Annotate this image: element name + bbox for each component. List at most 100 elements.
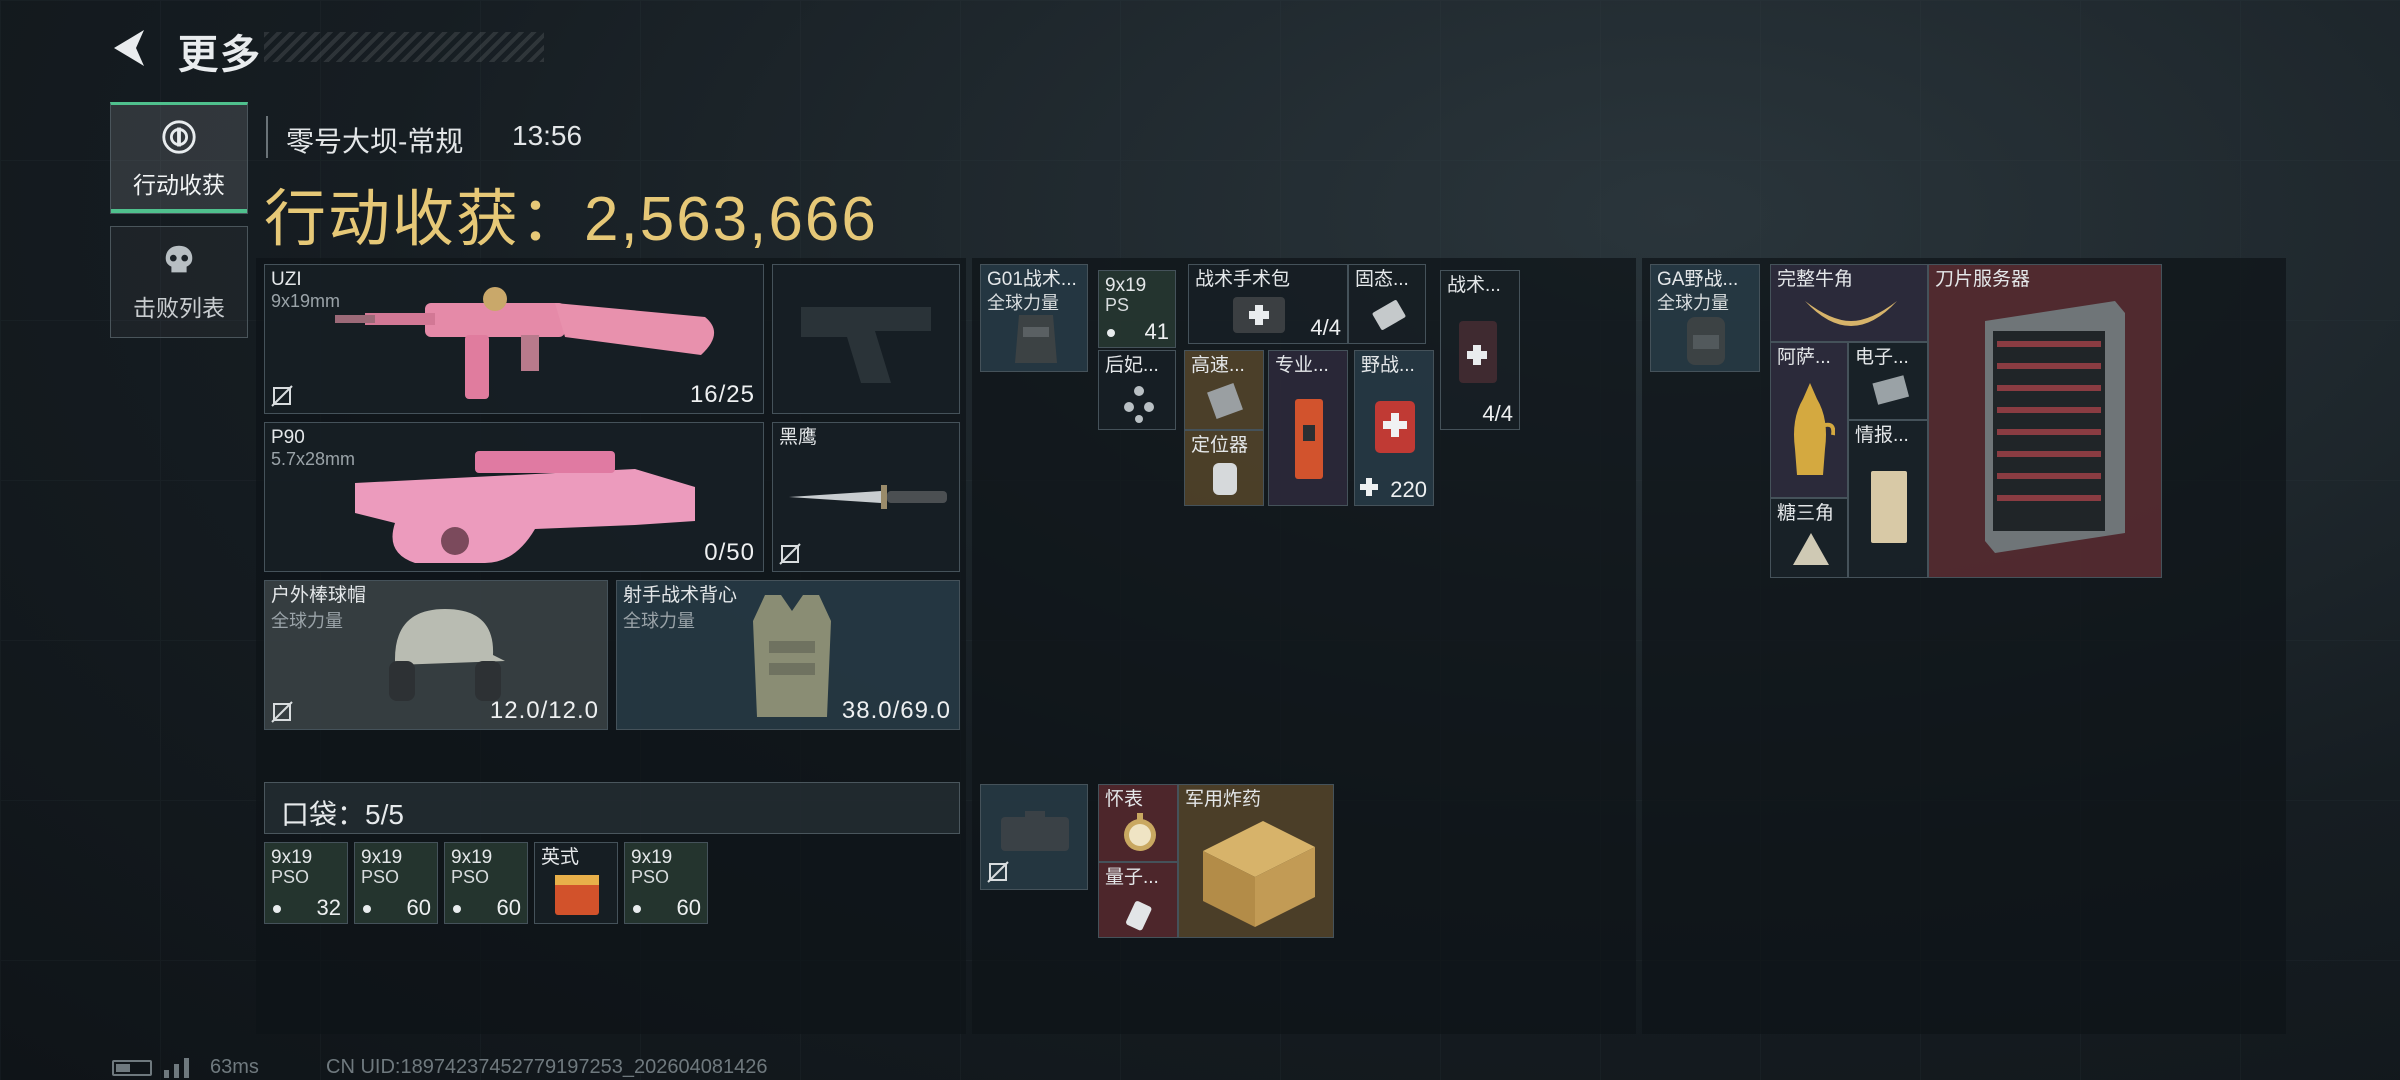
melee-slot[interactable]: 黑鹰 bbox=[772, 422, 960, 572]
rig-gaosu-item[interactable]: 高速... bbox=[1184, 350, 1264, 430]
item-name: 9x19 bbox=[271, 847, 313, 868]
item-name: 刀片服务器 bbox=[1935, 269, 2031, 290]
secondary-weapon-slot[interactable]: P90 5.7x28mm 0/50 bbox=[264, 422, 764, 572]
back-arrow-icon bbox=[114, 30, 144, 66]
weapon-name: UZI bbox=[271, 269, 302, 290]
skull-icon bbox=[165, 245, 193, 273]
item-sub: PSO bbox=[451, 867, 490, 887]
info-divider bbox=[266, 116, 268, 158]
safe-explosive-item[interactable]: 军用炸药 bbox=[1178, 784, 1334, 938]
item-count: 4/4 bbox=[1310, 315, 1341, 340]
title-stripes bbox=[264, 32, 544, 62]
pocket-item[interactable]: 英式 bbox=[534, 842, 618, 924]
ammo-dot-icon bbox=[453, 905, 461, 913]
item-sub: PSO bbox=[361, 867, 400, 887]
primary-weapon-slot[interactable]: UZI 9x19mm 16/25 bbox=[264, 264, 764, 414]
secure-container-slot[interactable] bbox=[980, 784, 1088, 890]
rig-name: G01战术... bbox=[987, 269, 1077, 290]
bag-server-item[interactable]: 刀片服务器 bbox=[1928, 264, 2162, 578]
no-drop-icon bbox=[271, 385, 293, 407]
no-drop-icon bbox=[987, 861, 1009, 883]
knife-icon bbox=[789, 485, 947, 509]
no-drop-icon bbox=[271, 701, 293, 723]
item-name: 情报... bbox=[1855, 425, 1909, 446]
bag-tangsanjiao-item[interactable]: 糖三角 bbox=[1770, 498, 1848, 578]
case-icon bbox=[1001, 811, 1069, 851]
backpack-slot[interactable]: GA野战... 全球力量 bbox=[1650, 264, 1760, 372]
item-name: 定位器 bbox=[1191, 435, 1249, 456]
pocket-watch-icon bbox=[1124, 813, 1156, 851]
safe-liangzi-item[interactable]: 量子... bbox=[1098, 862, 1178, 938]
bag-qingbao-item[interactable]: 情报... bbox=[1848, 420, 1928, 578]
item-count: 4/4 bbox=[1482, 401, 1513, 426]
vest-icon bbox=[753, 595, 831, 717]
safe-watch-item[interactable]: 怀表 bbox=[1098, 784, 1178, 862]
item-name: 英式 bbox=[541, 847, 580, 868]
rig-ammo-item[interactable]: 9x19 PS 41 bbox=[1098, 270, 1176, 348]
bag-asa-item[interactable]: 阿萨... bbox=[1770, 342, 1848, 498]
tactical-pouch-icon bbox=[1459, 321, 1497, 383]
page-title: 更多 bbox=[178, 33, 262, 77]
rig-houfei-item[interactable]: 后妃... bbox=[1098, 350, 1176, 430]
rig-zhuanye-item[interactable]: 专业... bbox=[1268, 350, 1348, 506]
weapon-ammo-count: 0/50 bbox=[704, 539, 755, 566]
item-name: 9x19 bbox=[631, 847, 673, 868]
no-drop-icon bbox=[779, 543, 801, 565]
uid-text: CN UID:18974237452779197253_202604081426 bbox=[326, 1056, 768, 1078]
weapon-name: P90 bbox=[271, 427, 305, 448]
explosive-crate-icon bbox=[1203, 821, 1315, 927]
armor-brand: 全球力量 bbox=[623, 611, 695, 631]
item-name: 完整牛角 bbox=[1777, 269, 1854, 290]
chest-rig-slot[interactable]: G01战术... 全球力量 bbox=[980, 264, 1088, 372]
item-name: 电子... bbox=[1855, 347, 1909, 368]
teapot-icon bbox=[1794, 383, 1835, 475]
rig-yezhan-item[interactable]: 野战... 220 bbox=[1354, 350, 1434, 506]
item-name: 阿萨... bbox=[1777, 347, 1831, 368]
armor-durability: 38.0/69.0 bbox=[841, 697, 951, 724]
helmet-brand: 全球力量 bbox=[271, 611, 343, 631]
armor-slot[interactable]: 射手战术背心 全球力量 38.0/69.0 bbox=[616, 580, 960, 730]
match-time: 13:56 bbox=[512, 120, 583, 151]
bag-dianzi-item[interactable]: 电子... bbox=[1848, 342, 1928, 420]
item-name: 9x19 bbox=[361, 847, 403, 868]
item-count: 60 bbox=[496, 895, 521, 920]
tab-kill-list[interactable]: 击败列表 bbox=[110, 226, 248, 338]
bag-horn-item[interactable]: 完整牛角 bbox=[1770, 264, 1928, 342]
helmet-name: 户外棒球帽 bbox=[271, 585, 367, 606]
item-name: 野战... bbox=[1361, 355, 1415, 376]
rig-surgery-kit[interactable]: 战术手术包 4/4 bbox=[1188, 264, 1348, 344]
rig-locator-item[interactable]: 定位器 bbox=[1184, 430, 1264, 506]
toolbox-icon bbox=[1295, 399, 1323, 479]
item-count: 60 bbox=[676, 895, 701, 920]
item-name: 9x19 bbox=[1105, 275, 1147, 296]
rig-fixed-item[interactable]: 固态... bbox=[1348, 264, 1426, 344]
medkit-icon bbox=[1233, 297, 1285, 333]
rig-tactical-item[interactable]: 战术... 4/4 bbox=[1440, 270, 1520, 430]
item-name: 战术... bbox=[1447, 275, 1501, 296]
pocket-item[interactable]: 9x19 PSO 60 bbox=[354, 842, 438, 924]
pocket-item[interactable]: 9x19 PSO 32 bbox=[264, 842, 348, 924]
item-name: 高速... bbox=[1191, 355, 1245, 376]
tab-operation-loot-label: 行动收获 bbox=[133, 172, 225, 198]
item-sub: PS bbox=[1105, 295, 1130, 315]
signal-icon bbox=[164, 1058, 189, 1078]
chip-icon bbox=[1207, 383, 1243, 419]
ping-text: 63ms bbox=[210, 1056, 259, 1078]
item-sub: PSO bbox=[271, 867, 310, 887]
battery-icon bbox=[112, 1060, 152, 1076]
tab-operation-loot[interactable]: 行动收获 bbox=[110, 102, 248, 214]
helmet-slot[interactable]: 户外棒球帽 全球力量 12.0/12.0 bbox=[264, 580, 608, 730]
back-button[interactable] bbox=[108, 26, 152, 70]
melee-name: 黑鹰 bbox=[779, 427, 818, 448]
smg-icon bbox=[335, 287, 715, 399]
server-rack-icon bbox=[1985, 301, 2125, 553]
pocket-item[interactable]: 9x19 PSO 60 bbox=[624, 842, 708, 924]
ammo-dot-icon bbox=[363, 905, 371, 913]
pistol-slot[interactable] bbox=[772, 264, 960, 414]
rig-icon bbox=[1015, 315, 1057, 363]
earnings-total: 行动收获：2,563,666 bbox=[264, 185, 878, 254]
horn-icon bbox=[1805, 301, 1897, 326]
pocket-item[interactable]: 9x19 PSO 60 bbox=[444, 842, 528, 924]
pocket-header: 口袋：5/5 bbox=[264, 782, 960, 834]
triangle-icon bbox=[1793, 533, 1829, 565]
